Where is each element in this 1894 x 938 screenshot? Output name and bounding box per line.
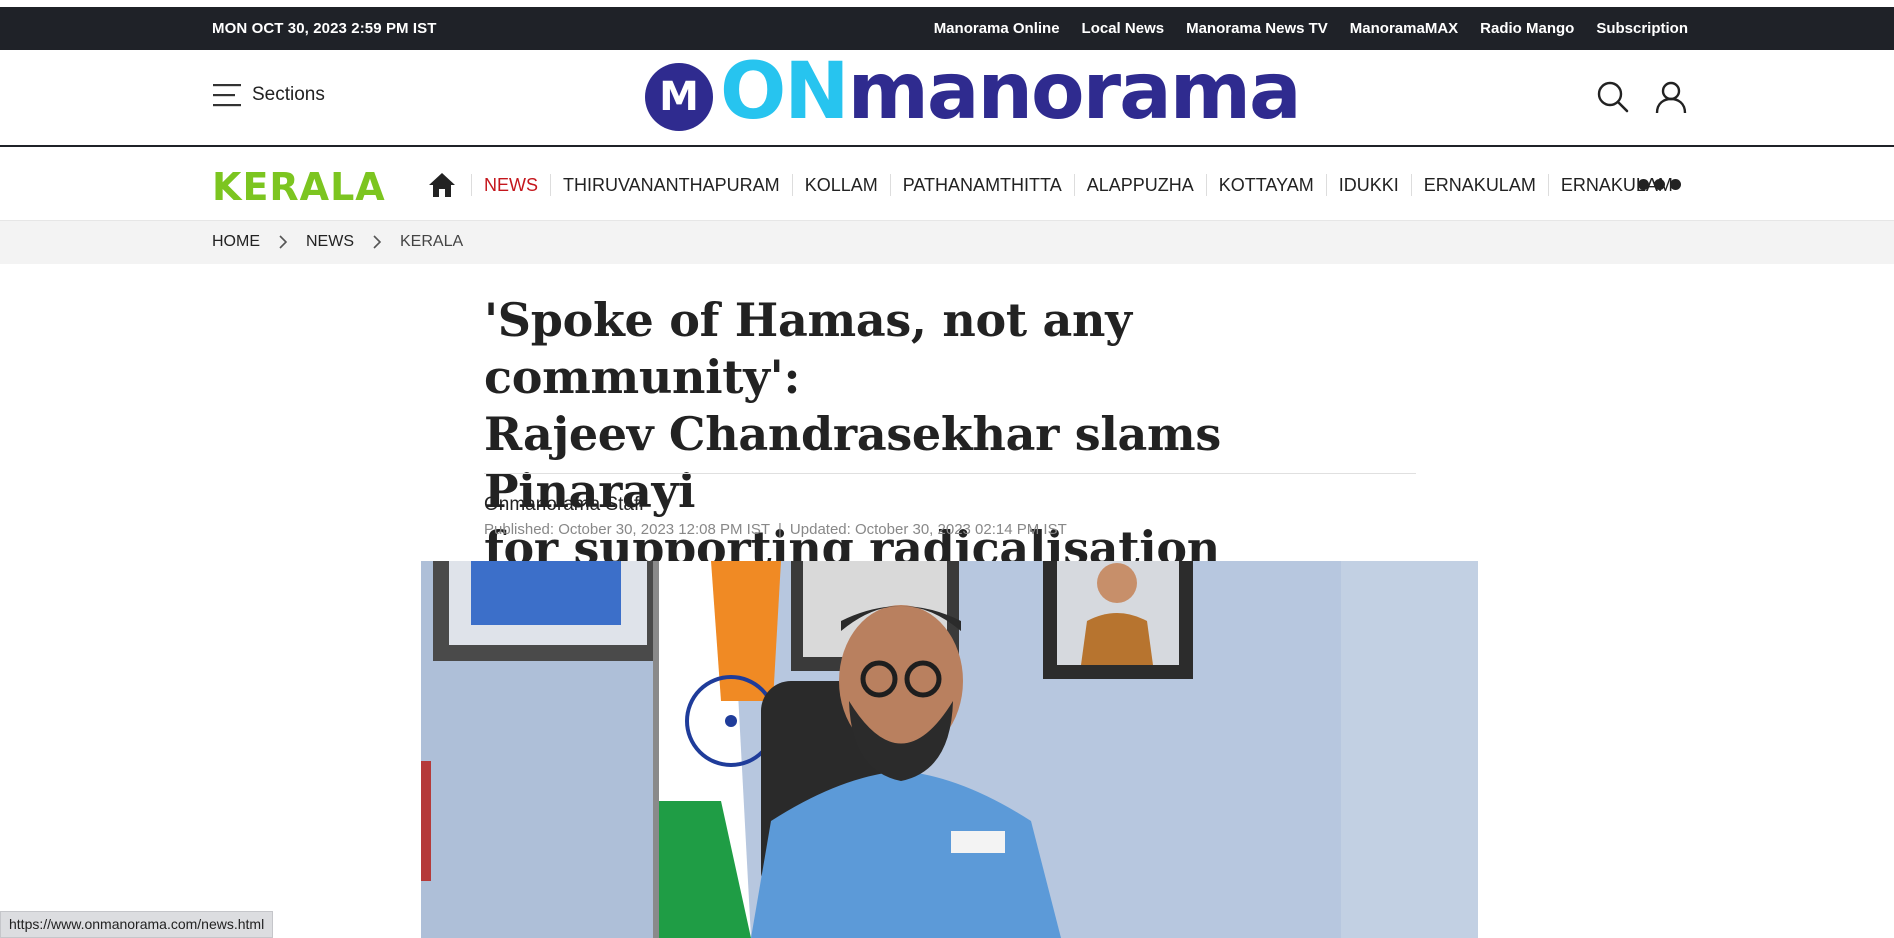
article-hero-image[interactable] — [421, 561, 1478, 938]
nav-item-thiruvananthapuram[interactable]: THIRUVANANTHAPURAM — [550, 174, 792, 196]
logo-mark-letter: M — [659, 74, 699, 120]
logo-on: ON — [720, 47, 850, 137]
date-separator: | — [778, 521, 782, 538]
home-icon[interactable] — [428, 172, 456, 198]
sections-menu-button[interactable]: Sections — [212, 82, 325, 108]
breadcrumb-home[interactable]: HOME — [212, 233, 260, 251]
onmanorama-logo[interactable]: M ONmanorama — [644, 53, 1302, 132]
search-icon[interactable] — [1596, 80, 1630, 114]
site-header: Sections M ONmanorama — [0, 50, 1894, 147]
more-dots-icon[interactable] — [1638, 179, 1681, 190]
top-link-local-news[interactable]: Local News — [1082, 20, 1165, 37]
breadcrumb: HOME NEWS KERALA — [0, 221, 1894, 264]
nav-item-alappuzha[interactable]: ALAPPUZHA — [1073, 174, 1206, 196]
sections-label: Sections — [252, 84, 325, 105]
hamburger-icon — [213, 84, 241, 107]
chevron-right-icon — [373, 235, 382, 249]
article-author[interactable]: Onmanorama Staff — [484, 494, 644, 516]
logo-manorama: manorama — [847, 47, 1302, 137]
top-link-subscription[interactable]: Subscription — [1596, 20, 1688, 37]
updated-date: Updated: October 30, 2023 02:14 PM IST — [789, 521, 1067, 538]
top-link-manoramamax[interactable]: ManoramaMAX — [1350, 20, 1458, 37]
published-date: Published: October 30, 2023 12:08 PM IST — [484, 521, 771, 538]
user-icon[interactable] — [1654, 80, 1688, 114]
browser-status-url: https://www.onmanorama.com/news.html — [0, 911, 274, 938]
header-actions — [1596, 80, 1688, 114]
headline-divider — [484, 473, 1416, 474]
section-title[interactable]: KERALA — [212, 165, 386, 209]
article-dates: Published: October 30, 2023 12:08 PM IST… — [484, 521, 1067, 538]
section-navigation: KERALA NEWS THIRUVANANTHAPURAM KOLLAM PA… — [0, 149, 1894, 221]
hero-image-illustration — [421, 561, 1478, 938]
nav-item-kottayam[interactable]: KOTTAYAM — [1205, 174, 1326, 196]
nav-item-pathanamthitta[interactable]: PATHANAMTHITTA — [889, 174, 1074, 196]
nav-item-news[interactable]: NEWS — [471, 174, 550, 196]
top-utility-bar: MON OCT 30, 2023 2:59 PM IST Manorama On… — [0, 7, 1894, 50]
nav-item-ernakulam[interactable]: ERNAKULAM — [1410, 174, 1548, 196]
logo-mark: M — [645, 63, 713, 131]
top-link-radio-mango[interactable]: Radio Mango — [1480, 20, 1574, 37]
chevron-right-icon — [279, 235, 288, 249]
top-link-manorama-online[interactable]: Manorama Online — [934, 20, 1060, 37]
current-date: MON OCT 30, 2023 2:59 PM IST — [212, 20, 437, 37]
section-nav-items: NEWS THIRUVANANTHAPURAM KOLLAM PATHANAMT… — [471, 174, 1685, 196]
breadcrumb-kerala: KERALA — [400, 233, 464, 250]
logo-wordmark: ONmanorama — [720, 53, 1302, 131]
top-links: Manorama Online Local News Manorama News… — [934, 20, 1688, 37]
breadcrumb-news[interactable]: NEWS — [306, 233, 354, 251]
headline-line-1: 'Spoke of Hamas, not any community': — [484, 293, 1132, 404]
nav-item-idukki[interactable]: IDUKKI — [1325, 174, 1411, 196]
top-link-manorama-news-tv[interactable]: Manorama News TV — [1186, 20, 1328, 37]
nav-item-kollam[interactable]: KOLLAM — [791, 174, 890, 196]
